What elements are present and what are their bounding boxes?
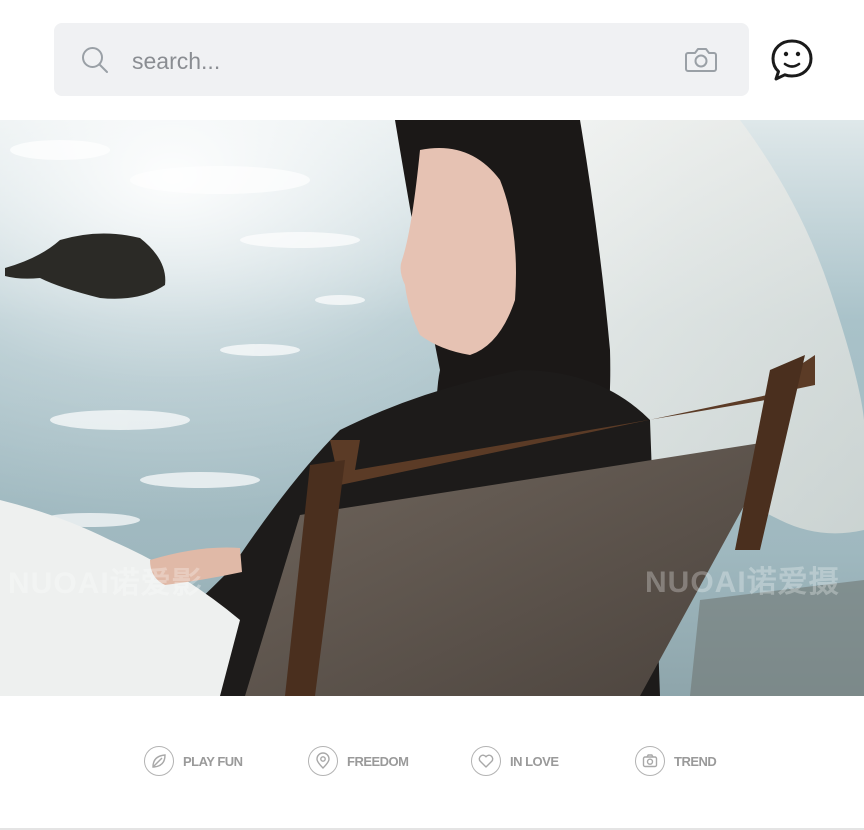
camera-icon[interactable] [684, 43, 718, 75]
watermark-left: NUOAI诺爱影 [8, 567, 203, 600]
search-input[interactable] [130, 41, 654, 81]
category-nav: PLAY FUN FREEDOM IN LOVE TREND [0, 740, 864, 782]
nav-label: TREND [674, 753, 717, 769]
nav-item-play-fun[interactable]: PLAY FUN [144, 744, 243, 778]
search-bar[interactable] [54, 23, 749, 96]
hero-photo: NUOAI诺爱影 NUOAI诺爱摄 [0, 120, 864, 696]
camera-icon [635, 746, 665, 776]
nav-item-trend[interactable]: TREND [635, 744, 717, 778]
hero-illustration [0, 120, 864, 696]
nav-item-in-love[interactable]: IN LOVE [471, 744, 559, 778]
nav-label: IN LOVE [510, 753, 559, 769]
watermark-right: NUOAI诺爱摄 [645, 566, 840, 599]
heart-icon [471, 746, 501, 776]
nav-item-freedom[interactable]: FREEDOM [308, 744, 409, 778]
search-icon [82, 47, 108, 73]
nav-label: FREEDOM [347, 753, 409, 769]
nav-label: PLAY FUN [183, 753, 243, 769]
leaf-icon [144, 746, 174, 776]
location-pin-icon [308, 746, 338, 776]
chat-icon[interactable] [770, 38, 814, 82]
